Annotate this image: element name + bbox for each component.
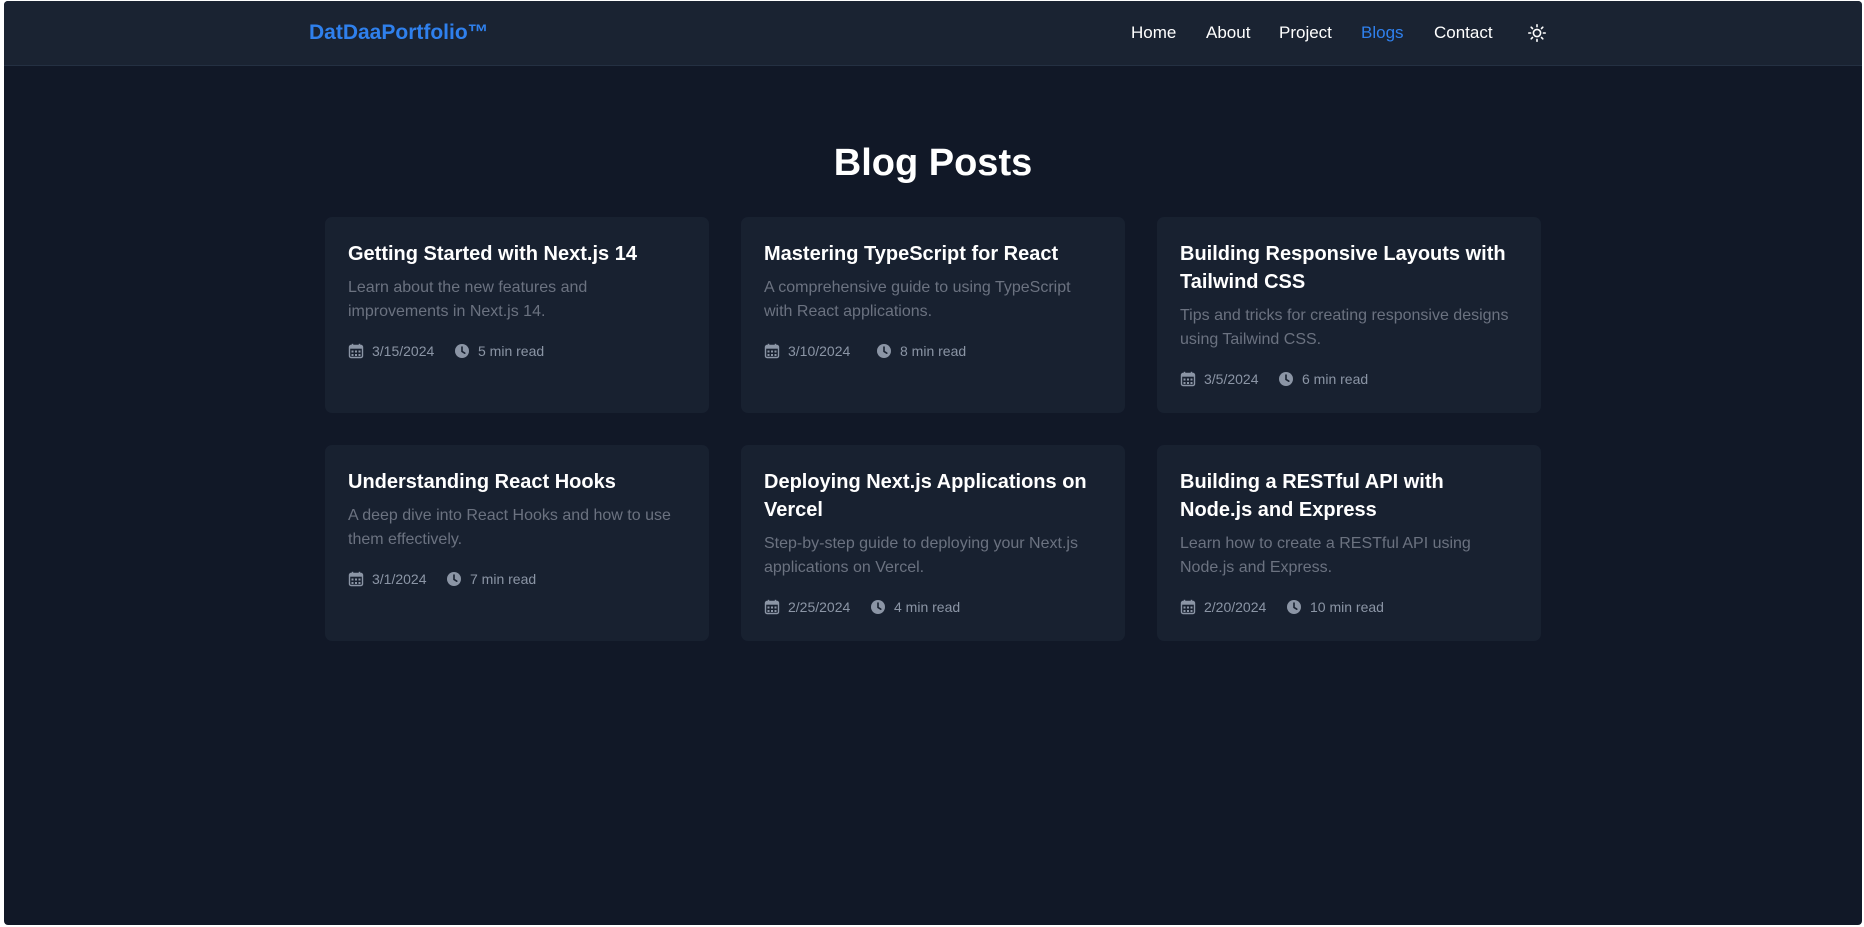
- nav-link-blogs[interactable]: Blogs: [1361, 23, 1404, 43]
- blog-card[interactable]: Understanding React Hooks A deep dive in…: [325, 445, 709, 641]
- blog-card-date: 3/1/2024: [372, 571, 427, 587]
- clock-icon: [1287, 600, 1301, 614]
- blog-card-title[interactable]: Understanding React Hooks: [348, 468, 688, 496]
- blog-card[interactable]: Building Responsive Layouts with Tailwin…: [1157, 217, 1541, 413]
- blog-card-date: 3/5/2024: [1204, 371, 1259, 387]
- blog-card-date: 2/25/2024: [788, 599, 851, 615]
- clock-icon: [455, 344, 469, 358]
- calendar-icon: [1180, 599, 1196, 615]
- blog-card[interactable]: Mastering TypeScript for React A compreh…: [741, 217, 1125, 413]
- blog-card-description: Tips and tricks for creating responsive …: [1180, 307, 1509, 348]
- blog-card-title[interactable]: Building a RESTful API with Node.js and …: [1180, 468, 1520, 524]
- blog-card-title[interactable]: Mastering TypeScript for React: [764, 240, 1104, 268]
- blog-card-description: Learn about the new features and improve…: [348, 279, 588, 320]
- clock-icon: [447, 572, 461, 586]
- blog-card-title[interactable]: Deploying Next.js Applications on Vercel: [764, 468, 1104, 524]
- clock-icon: [877, 344, 891, 358]
- blog-card-description: A deep dive into React Hooks and how to …: [348, 507, 671, 548]
- blog-card-title[interactable]: Building Responsive Layouts with Tailwin…: [1180, 240, 1520, 296]
- nav-links: Home About Project Blogs Contact: [4, 23, 1862, 47]
- blog-card-read-time: 6 min read: [1302, 371, 1369, 387]
- blog-card-date: 3/15/2024: [372, 343, 435, 359]
- blog-card-meta: 2/25/2024 4 min read: [764, 597, 1104, 617]
- blog-card-description: A comprehensive guide to using TypeScrip…: [764, 279, 1071, 320]
- blog-card-read-time: 7 min read: [470, 571, 537, 587]
- calendar-icon: [348, 343, 364, 359]
- blog-card-read-time: 10 min read: [1310, 599, 1384, 615]
- blog-card-read-time: 8 min read: [900, 343, 967, 359]
- nav-link-project[interactable]: Project: [1279, 23, 1332, 43]
- blog-card-description: Learn how to create a RESTful API using …: [1180, 535, 1471, 576]
- navbar: DatDaaPortfolio™ Home About Project Blog…: [4, 1, 1862, 66]
- nav-link-home[interactable]: Home: [1131, 23, 1176, 43]
- blog-card-title[interactable]: Getting Started with Next.js 14: [348, 240, 688, 268]
- page-title: Blog Posts: [833, 142, 1033, 184]
- browser-page: DatDaaPortfolio™ Home About Project Blog…: [4, 1, 1862, 925]
- calendar-icon: [764, 343, 780, 359]
- nav-link-contact[interactable]: Contact: [1434, 23, 1493, 43]
- clock-icon: [871, 600, 885, 614]
- blog-card-meta: 2/20/2024 10 min read: [1180, 597, 1520, 617]
- blog-card-meta: 3/15/2024 5 min read: [348, 341, 688, 361]
- blog-card-meta: 3/10/2024 8 min read: [764, 341, 1104, 361]
- blog-card[interactable]: Deploying Next.js Applications on Vercel…: [741, 445, 1125, 641]
- blog-card-read-time: 5 min read: [478, 343, 545, 359]
- blog-card-date: 2/20/2024: [1204, 599, 1267, 615]
- blog-card-read-time: 4 min read: [894, 599, 961, 615]
- nav-link-about[interactable]: About: [1206, 23, 1250, 43]
- blog-card-meta: 3/1/2024 7 min read: [348, 569, 688, 589]
- calendar-icon: [764, 599, 780, 615]
- blog-card-meta: 3/5/2024 6 min read: [1180, 369, 1520, 389]
- calendar-icon: [348, 571, 364, 587]
- calendar-icon: [1180, 371, 1196, 387]
- blog-card-description: Step-by-step guide to deploying your Nex…: [764, 535, 1078, 576]
- theme-toggle-button[interactable]: [1527, 23, 1547, 43]
- blog-card[interactable]: Getting Started with Next.js 14 Learn ab…: [325, 217, 709, 413]
- clock-icon: [1279, 372, 1293, 386]
- blog-card-date: 3/10/2024: [788, 343, 851, 359]
- sun-icon: [1527, 23, 1547, 43]
- blog-card[interactable]: Building a RESTful API with Node.js and …: [1157, 445, 1541, 641]
